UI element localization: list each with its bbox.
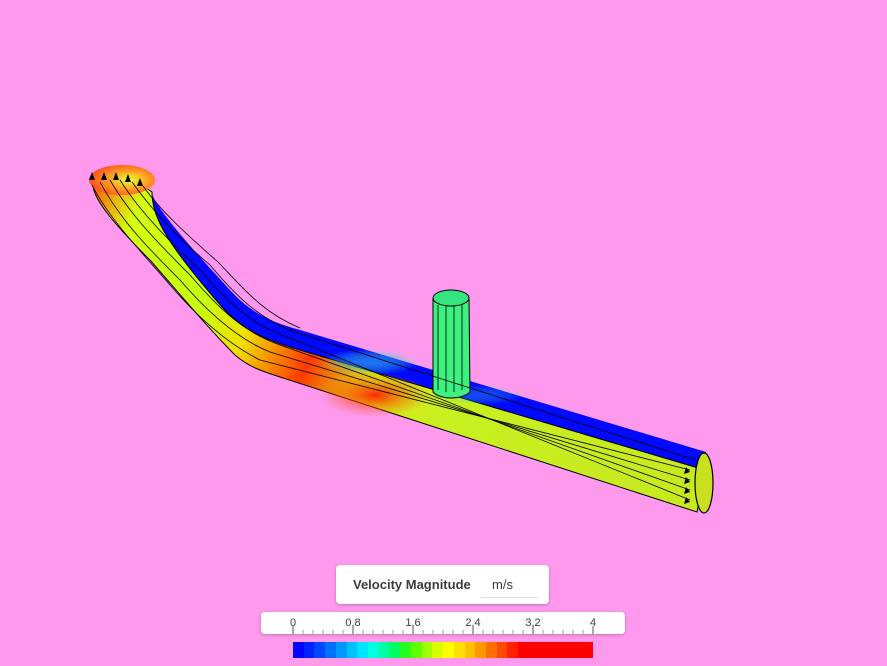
legend-title-card: Velocity Magnitude m/s (336, 565, 549, 604)
color-bar-segment (485, 642, 497, 658)
color-bar-segment (368, 642, 379, 658)
outlet-face (694, 452, 714, 514)
inlet-face (89, 165, 155, 195)
branch-pipe (432, 297, 471, 399)
legend-color-bar (293, 642, 594, 658)
color-bar-segment (357, 642, 369, 658)
color-bar-segment (550, 642, 561, 658)
color-bar-segment (443, 642, 454, 658)
color-bar-segment (303, 642, 315, 658)
color-bar-segment (314, 642, 326, 658)
color-bar-segment (400, 642, 411, 658)
color-bar-segment (432, 642, 444, 658)
color-bar-segment (293, 642, 304, 658)
tick-label: 2.4 (465, 617, 481, 629)
tick-label: 1.6 (405, 617, 421, 629)
color-bar-segment (507, 642, 519, 658)
color-bar-segment (346, 642, 358, 658)
color-bar-segment (410, 642, 422, 658)
tick-label: 3.2 (525, 617, 541, 629)
color-bar-segment (325, 642, 336, 658)
legend-title: Velocity Magnitude (353, 577, 471, 592)
legend-scale: 0 0.8 1.6 2.4 3.2 4 (261, 612, 625, 634)
tick-label: 0 (289, 617, 297, 629)
color-bar-segment (496, 642, 508, 658)
color-bar-segment (453, 642, 465, 658)
unit-selector[interactable]: m/s (481, 571, 538, 598)
color-bar-segment (421, 642, 433, 658)
color-bar-segment (528, 642, 540, 658)
branch-top (432, 289, 470, 307)
legend-unit[interactable]: m/s (492, 577, 513, 592)
scale-ticks (292, 626, 594, 634)
color-bar-segment (582, 642, 594, 658)
color-bar-segment (560, 642, 572, 658)
pipe-body (91, 175, 706, 513)
color-bar-segment (518, 642, 529, 658)
color-bar-segment (335, 642, 347, 658)
color-bar-segment (378, 642, 390, 658)
color-bar-segment (389, 642, 401, 658)
simulation-viewport[interactable] (0, 0, 887, 560)
low-velocity-region (320, 349, 420, 375)
color-bar-segment (464, 642, 476, 658)
color-bar-segment (539, 642, 551, 658)
tick-label: 4 (589, 617, 597, 629)
color-bar-segment (571, 642, 583, 658)
tick-label: 0.8 (345, 617, 361, 629)
color-bar-segment (475, 642, 486, 658)
